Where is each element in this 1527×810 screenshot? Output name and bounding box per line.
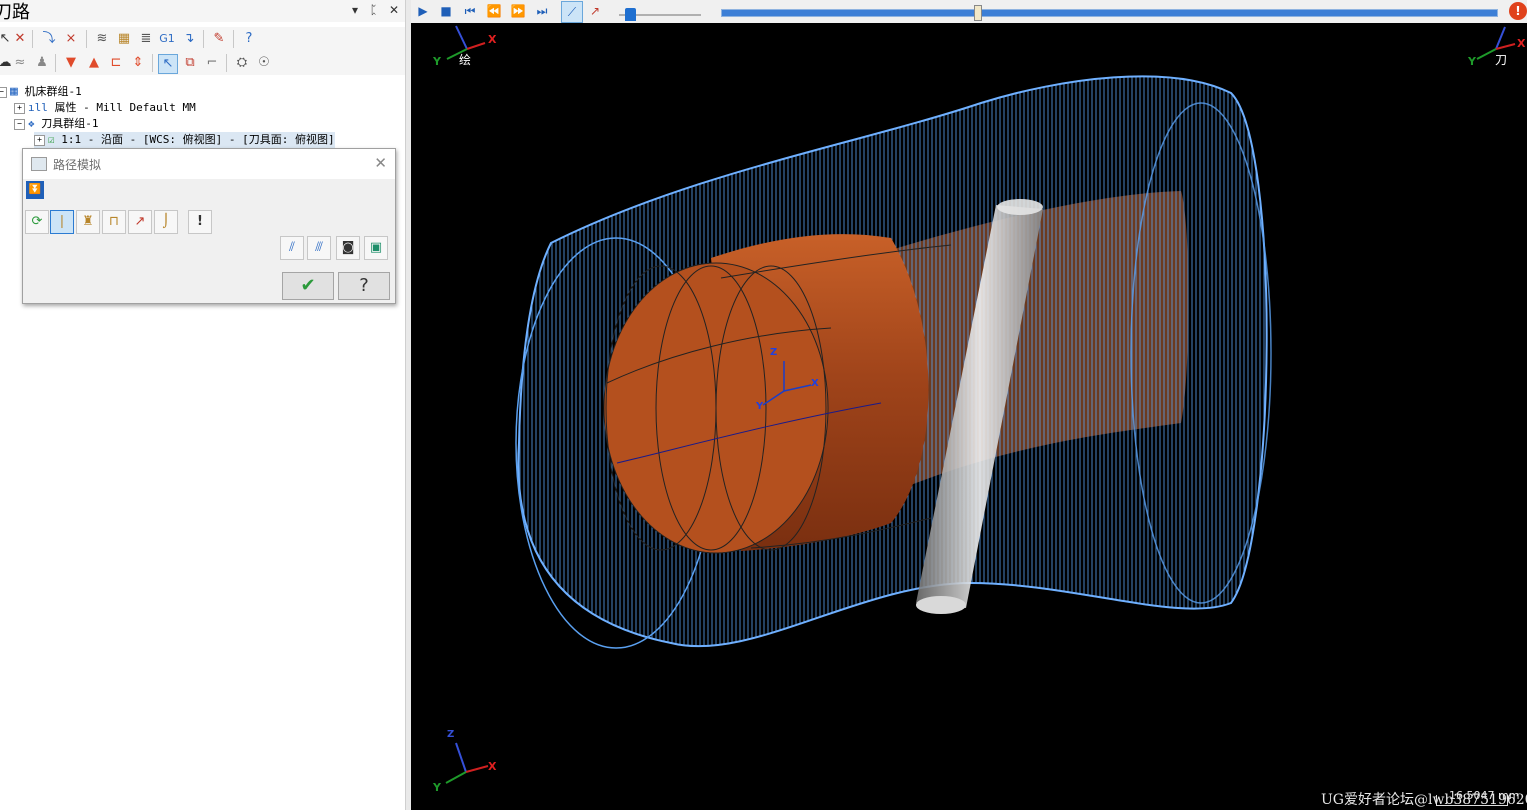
axis-label-x: X [488, 760, 497, 773]
g1-icon[interactable]: G1 [158, 30, 176, 48]
speed-slider-thumb[interactable] [625, 8, 636, 21]
save-icon[interactable]: ▣ [364, 236, 388, 260]
down-triangle-icon[interactable]: ▼ [62, 54, 80, 72]
loop-icon[interactable]: ⊏ [107, 54, 125, 72]
dialog-title: 路径模拟 [53, 158, 102, 172]
tree-item-label: 1:1 - 沿面 - [WCS: 俯视图] - [刀具面: 俯视图] [61, 133, 335, 146]
axis-label-x: X [1517, 37, 1526, 50]
warning-icon[interactable]: ! [188, 210, 212, 234]
step-back-icon[interactable]: ⏪ [484, 1, 504, 21]
step-path-icon[interactable]: ⫽ [280, 236, 304, 260]
world-triad [445, 742, 489, 784]
show-tool-icon[interactable]: ↗ [585, 1, 605, 21]
path-simulation-dialog: 路径模拟 ✕ ⏬ ⟳ ❘ ♜ ⊓ ↗ ⌡ ! ⫽ ⫻ ◙ ▣ ✔ ? [22, 148, 396, 304]
playback-toolbar: ▶ ■ ⏮ ⏪ ⏩ ⏭ ⟋ ↗ ! [411, 0, 1527, 23]
axis-label-z: Z [447, 729, 455, 740]
tree-item-properties[interactable]: + ıll 属性 - Mill Default MM [14, 100, 196, 116]
dialog-header: 路径模拟 ✕ [23, 149, 395, 179]
stock-icon[interactable]: ▦ [115, 30, 133, 48]
gview-label: 绘 [459, 53, 472, 67]
step-forward-icon[interactable]: ⏩ [508, 1, 528, 21]
ok-button[interactable]: ✔ [282, 272, 334, 300]
shape-icon[interactable]: ⧉ [181, 54, 199, 72]
holder-icon[interactable]: ♜ [76, 210, 100, 234]
brush-icon[interactable]: ✎ [210, 30, 228, 48]
operation-check-icon: ☑ [48, 133, 55, 146]
graph-icon[interactable]: ⌐ [203, 54, 221, 72]
tool-plane-label: 刀 [1495, 53, 1508, 67]
properties-icon: ıll [28, 101, 48, 114]
up-triangle-icon[interactable]: ▲ [85, 54, 103, 72]
toolpath-panel: 刀路 ▾ ᛈ ✕ ↖ ✕ ⤵ ⨯ ≋ ▦ ≣ G1 ↴ ✎ ? ☁ ≈ ♟ ▼ … [0, 0, 410, 810]
operations-tree: − ▦ 机床群组-1 + ıll 属性 - Mill Default MM − ❖ 刀… [0, 84, 405, 154]
verify-icon[interactable]: ⛭ [233, 54, 251, 72]
layers-settings-icon[interactable]: ≣ [137, 30, 155, 48]
updown-icon[interactable]: ⇕ [129, 54, 147, 72]
axis-label-y: Y [433, 781, 441, 794]
close-icon[interactable]: ✕ [389, 3, 399, 17]
end-icon[interactable]: ⏭ [532, 1, 552, 21]
dialog-close-icon[interactable]: ✕ [374, 154, 387, 172]
tree-item-label: 机床群组-1 [24, 85, 82, 98]
delete-x-icon[interactable]: ✕ [11, 30, 29, 48]
axis-label-y: Y [1468, 55, 1476, 68]
waves-icon[interactable]: ≈ [11, 54, 29, 72]
stop-icon[interactable]: ■ [436, 1, 456, 21]
shank-icon[interactable]: ⌡ [154, 210, 178, 234]
layers-icon[interactable]: ≋ [93, 30, 111, 48]
graphics-viewport[interactable]: X Y 绘 X Y 刀 X Z Y Z X Y 16.5047 mm UG爱好者… [411, 23, 1527, 810]
panel-menu-icon[interactable]: ▾ [352, 3, 358, 17]
camera-icon[interactable]: ◙ [336, 236, 360, 260]
trace-icon[interactable]: ↗ [128, 210, 152, 234]
post-icon[interactable]: ↴ [180, 30, 198, 48]
play-icon[interactable]: ▶ [413, 1, 433, 21]
tool-icon[interactable]: ❘ [50, 210, 74, 234]
tree-item-label: 刀具群组-1 [41, 117, 99, 130]
progress-thumb[interactable] [974, 5, 982, 21]
tree-item-tool-group[interactable]: − ❖ 刀具群组-1 [14, 116, 99, 132]
scene-canvas [445, 25, 1516, 784]
start-icon[interactable]: ⏮ [460, 1, 480, 21]
progress-bar[interactable] [721, 9, 1498, 17]
axis-label-y: Y [756, 401, 764, 412]
tree-item-machine-group[interactable]: − ▦ 机床群组-1 [0, 84, 82, 100]
toolpath-icon[interactable]: ⤵ [40, 30, 58, 48]
toolbar-row-1: ↖ ✕ ⤵ ⨯ ≋ ▦ ≣ G1 ↴ ✎ ? [0, 27, 405, 51]
alert-icon[interactable]: ! [1509, 2, 1527, 20]
axis-label-x: X [488, 33, 497, 46]
trace-mode-icon[interactable]: ⟋ [561, 1, 583, 23]
watermark-text: UG爱好者论坛@lwb387519620 [1321, 792, 1527, 808]
select-cursor-icon[interactable]: ↖ [158, 54, 178, 74]
panel-title: 刀路 [0, 2, 30, 23]
axis-label-x: X [811, 378, 819, 389]
full-path-icon[interactable]: ⫻ [307, 236, 331, 260]
tree-item-label: 属性 - Mill Default MM [54, 101, 196, 114]
tool-group-icon: ❖ [28, 117, 35, 130]
help-button[interactable]: ? [338, 272, 390, 300]
simulate-icon[interactable]: ☉ [255, 54, 273, 72]
rerun-icon[interactable]: ⟳ [25, 210, 49, 234]
machine-group-icon: ▦ [10, 84, 18, 99]
toolbar-row-2: ☁ ≈ ♟ ▼ ▲ ⊏ ⇕ ↖ ⧉ ⌐ ⛭ ☉ [0, 51, 405, 75]
axis-label-z: Z [770, 347, 778, 358]
axis-label-y: Y [433, 55, 441, 68]
expand-icon[interactable]: ⏬ [26, 181, 44, 199]
stamp-icon[interactable]: ♟ [33, 54, 51, 72]
toolpath-delete-icon[interactable]: ⨯ [62, 30, 80, 48]
dialog-window-icon [31, 157, 47, 171]
help-circle-icon[interactable]: ? [240, 30, 258, 48]
panel-title-bar: 刀路 ▾ ᛈ ✕ [0, 0, 405, 23]
tree-item-operation[interactable]: + ☑ 1:1 - 沿面 - [WCS: 俯视图] - [刀具面: 俯视图] [34, 132, 335, 148]
color-tool-icon[interactable]: ⊓ [102, 210, 126, 234]
pin-icon[interactable]: ᛈ [370, 3, 377, 17]
